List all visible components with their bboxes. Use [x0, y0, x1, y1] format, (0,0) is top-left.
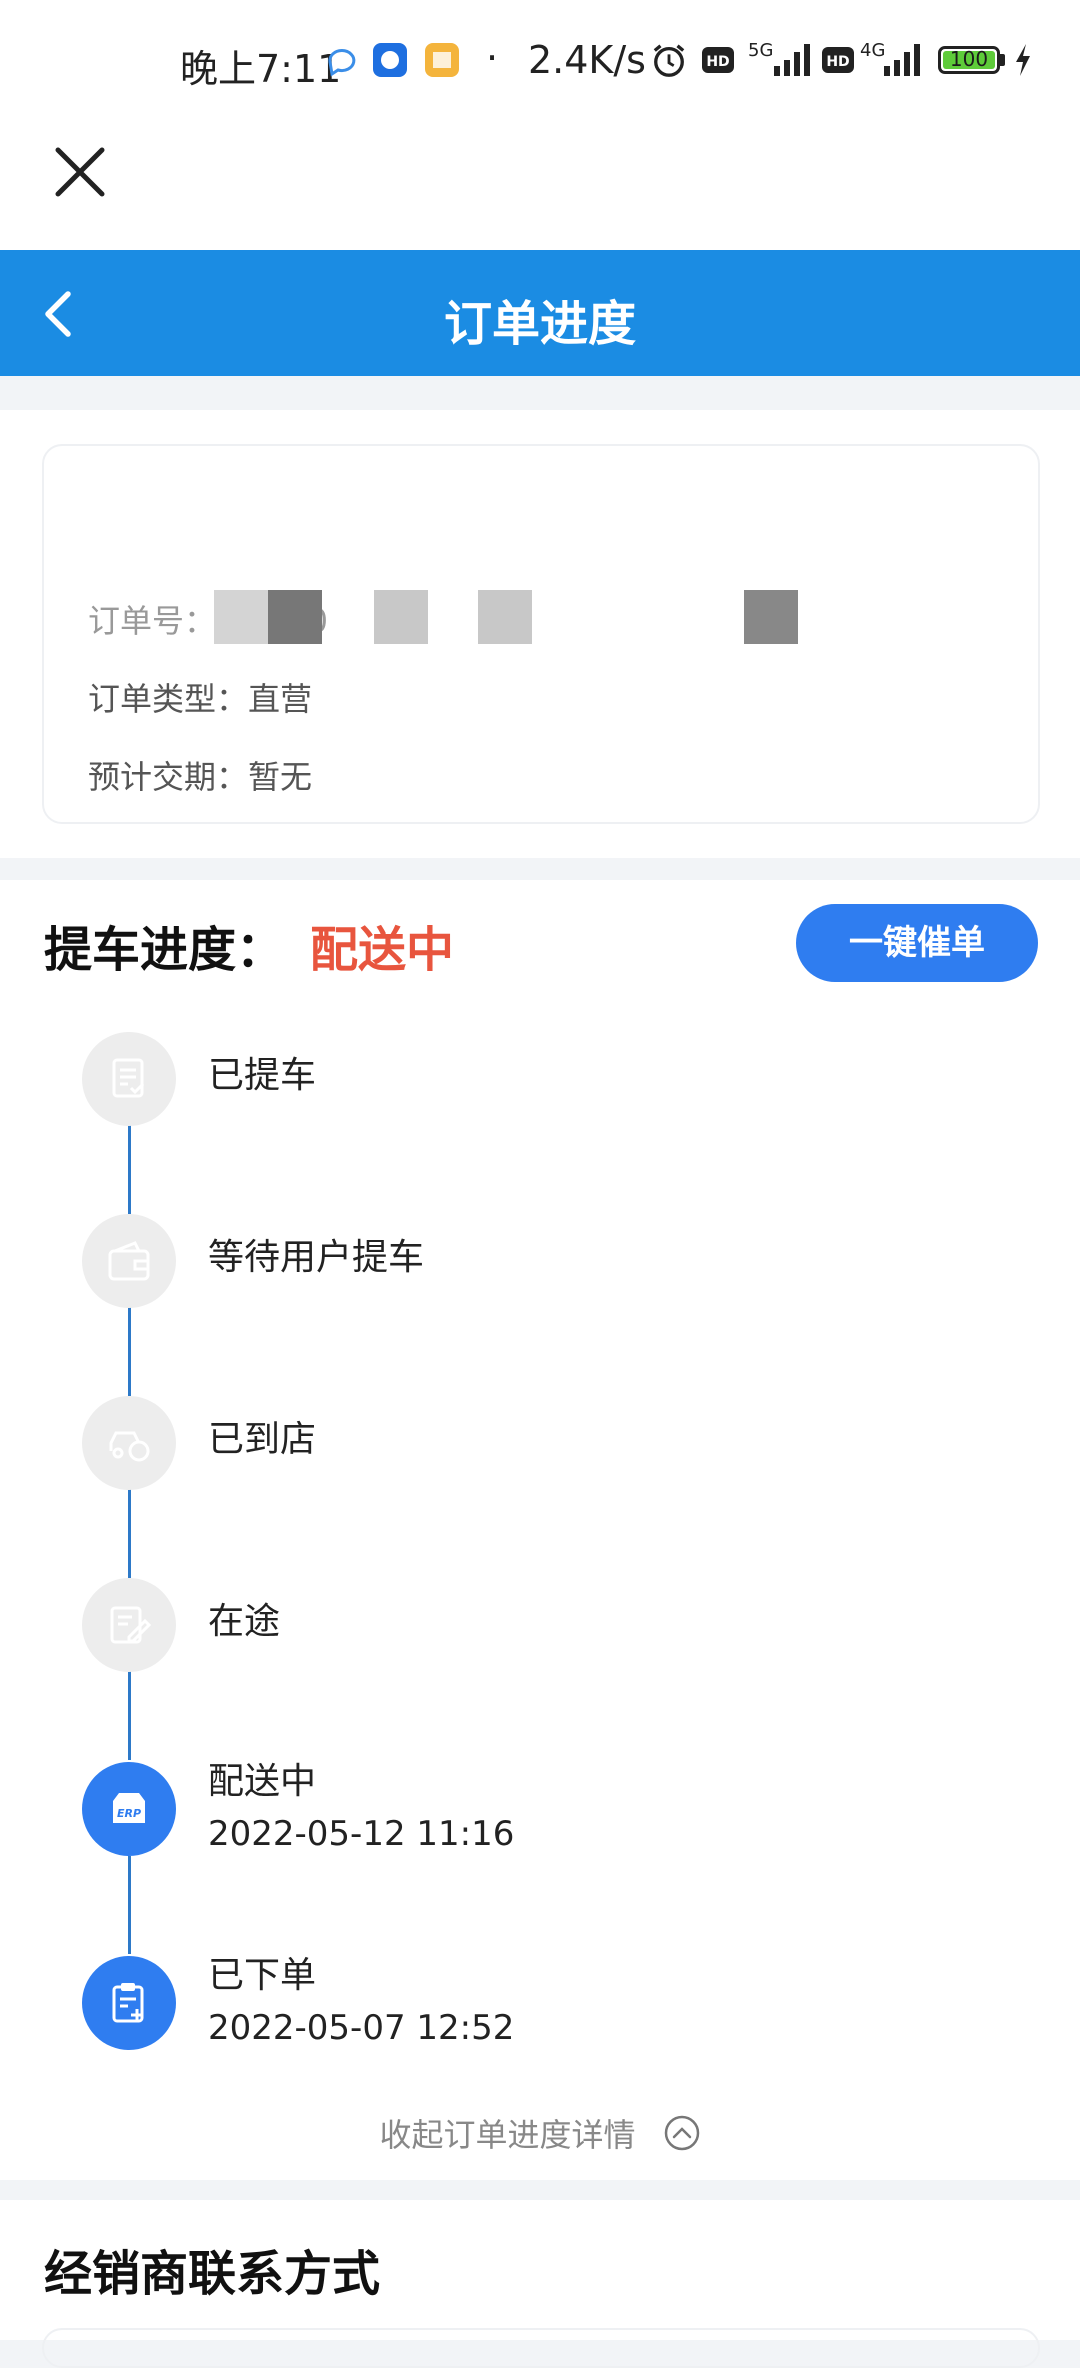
collapse-text[interactable]: 收起订单进度详情	[379, 2116, 635, 2154]
step-icon-circle-active: ERP	[82, 1762, 176, 1856]
dealer-contact-section: 经销商联系方式	[0, 2200, 1080, 2368]
step-icon-circle-active	[82, 1956, 176, 2050]
order-info-section: 订单号： 10160 订单类型：直营 预计交期：暂无	[0, 410, 1080, 858]
status-bar: 晚上7:11 · 2.4K/s HD 5G HD 4G 100	[0, 0, 1080, 120]
step-icon-circle	[82, 1032, 176, 1126]
timeline-connector	[128, 1856, 131, 1954]
redaction-block	[478, 590, 532, 644]
redaction-block	[744, 590, 798, 644]
charging-bolt-icon	[1016, 44, 1030, 76]
step-time: 2022-05-07 12:52	[208, 2008, 515, 2048]
pickup-progress-section: 提车进度： 配送中 一键催单 已提车 等待用户提车 已到店 在途 ERP 配送中…	[0, 880, 1080, 2180]
step-label: 已下单	[208, 1955, 317, 1996]
hd-voice-icon-2: HD	[822, 47, 854, 73]
signal-strength-icon-2	[884, 44, 920, 76]
dealer-contact-card	[42, 2328, 1040, 2368]
order-type: 订单类型：直营	[88, 680, 313, 718]
step-icon-circle	[82, 1578, 176, 1672]
dot-separator: ·	[486, 36, 499, 80]
step-label: 配送中	[208, 1761, 317, 1802]
svg-text:HD: HD	[706, 54, 729, 70]
redaction-block	[268, 590, 322, 644]
status-time: 晚上7:11	[180, 47, 342, 91]
wallet-icon	[108, 1241, 150, 1281]
edit-doc-icon	[110, 1606, 151, 1644]
battery-cap	[1000, 54, 1005, 66]
battery-icon: 100	[938, 46, 1000, 74]
collapse-progress-toggle[interactable]: 收起订单进度详情	[0, 2110, 1080, 2156]
redaction-block	[374, 590, 428, 644]
network-speed: 2.4K/s	[528, 38, 646, 82]
svg-text:ERP: ERP	[117, 1807, 141, 1820]
page-title: 订单进度	[443, 296, 636, 352]
chat-bubble-icon	[328, 49, 356, 77]
erp-box-icon: ERP	[113, 1793, 145, 1823]
delivery-date: 预计交期：暂无	[88, 758, 313, 796]
step-label: 在途	[208, 1601, 281, 1642]
redaction-block	[214, 590, 268, 644]
top-close-bar	[0, 120, 1080, 250]
signal-strength-icon	[774, 44, 810, 76]
alarm-clock-icon	[653, 44, 685, 77]
svg-text:HD: HD	[826, 54, 849, 70]
close-icon[interactable]	[52, 144, 108, 200]
step-label: 已到店	[208, 1419, 317, 1460]
progress-status: 配送中	[310, 922, 455, 978]
car-arrive-icon	[109, 1431, 150, 1462]
step-time: 2022-05-12 11:16	[208, 1814, 515, 1854]
urge-order-button[interactable]: 一键催单	[796, 904, 1038, 982]
clipboard-add-icon	[112, 1983, 144, 2023]
timeline-connector	[128, 1124, 131, 1214]
progress-label: 提车进度：	[44, 922, 285, 978]
dealer-contact-title: 经销商联系方式	[44, 2246, 381, 2302]
timeline-connector	[128, 1488, 131, 1578]
step-label: 已提车	[208, 1055, 317, 1096]
page-header: 订单进度	[0, 250, 1080, 376]
timeline-connector	[128, 1670, 131, 1760]
timeline-connector	[128, 1306, 131, 1396]
document-check-icon	[112, 1058, 145, 1098]
step-label: 等待用户提车	[208, 1237, 425, 1278]
chevron-up-circle-icon[interactable]	[663, 2114, 701, 2152]
step-icon-circle	[82, 1214, 176, 1308]
app-notification-icon	[373, 43, 407, 77]
gallery-app-icon	[425, 43, 459, 77]
step-icon-circle	[82, 1396, 176, 1490]
order-info-card: 订单号： 10160 订单类型：直营 预计交期：暂无	[42, 444, 1040, 824]
hd-voice-icon: HD	[702, 47, 734, 73]
